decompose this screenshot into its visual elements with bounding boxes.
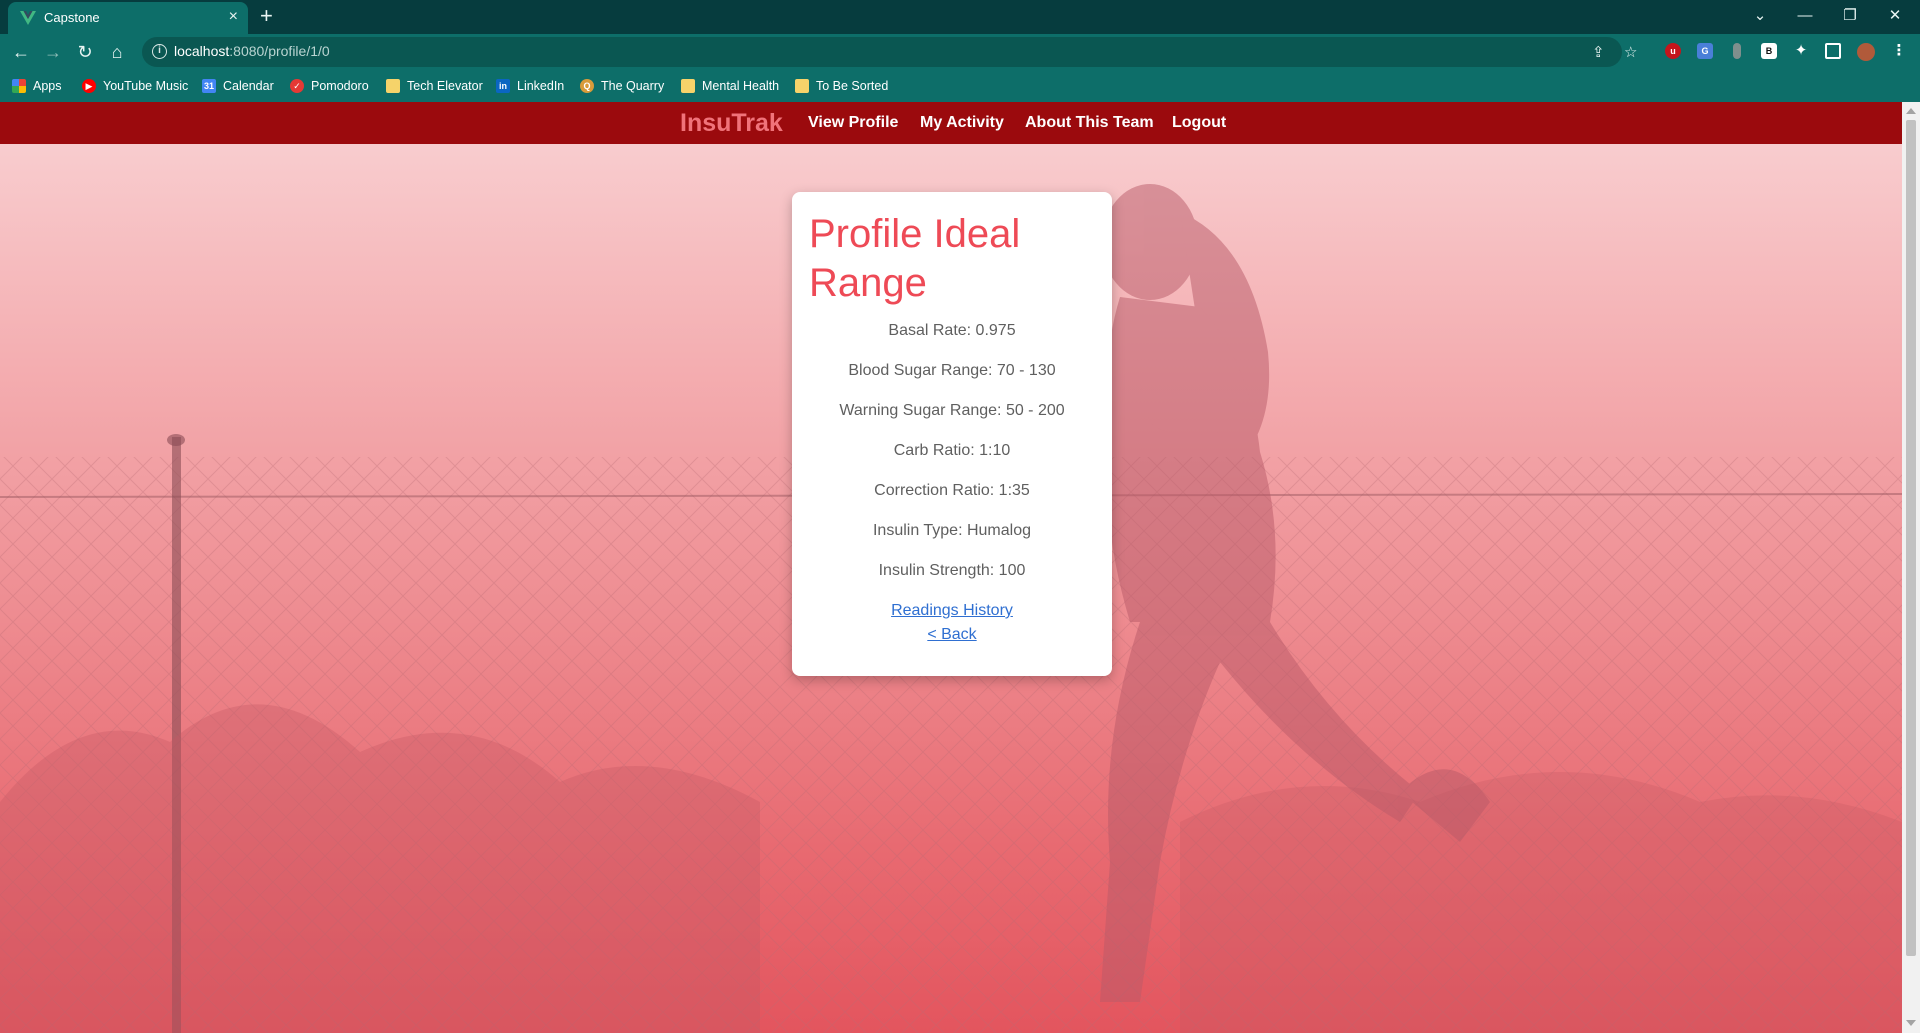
bookmark-calendar[interactable]: 31 Calendar xyxy=(202,78,274,94)
reload-icon[interactable]: ↻ xyxy=(72,39,98,65)
scroll-down-icon[interactable] xyxy=(1906,1020,1916,1026)
calendar-icon: 31 xyxy=(202,79,216,93)
bookmark-label: Pomodoro xyxy=(311,79,369,93)
bookmark-label: YouTube Music xyxy=(103,79,189,93)
tab-title: Capstone xyxy=(44,10,100,25)
bookmark-to-be-sorted[interactable]: To Be Sorted xyxy=(795,78,888,94)
share-icon[interactable]: ⇪ xyxy=(1592,43,1605,61)
translate-icon[interactable]: G xyxy=(1697,43,1713,59)
folder-icon xyxy=(386,79,400,93)
field-basal-rate: Basal Rate: 0.975 xyxy=(888,322,1016,339)
browser-toolbar: ← → ↻ ⌂ i localhost:8080/profile/1/0 ⇪ ☆ xyxy=(0,34,1920,70)
url-text[interactable]: localhost:8080/profile/1/0 xyxy=(174,43,330,59)
app-navbar: InsuTrak View Profile My Activity About … xyxy=(0,102,1902,144)
new-tab-button[interactable]: + xyxy=(260,4,273,28)
readings-history-link[interactable]: Readings History xyxy=(792,602,1112,620)
back-arrow-icon[interactable]: ← xyxy=(8,39,34,65)
bookmark-mental-health[interactable]: Mental Health xyxy=(681,78,779,94)
bookmark-apps[interactable]: Apps xyxy=(12,78,62,94)
menu-kebab-icon[interactable]: ⋮ xyxy=(1891,43,1907,59)
field-insulin-type: Insulin Type: Humalog xyxy=(872,522,1031,539)
minimize-button[interactable]: — xyxy=(1785,4,1825,28)
profile-card: Profile Ideal Range Basal Rate: 0.975 Bl… xyxy=(792,192,1112,676)
bookmark-tech-elevator[interactable]: Tech Elevator xyxy=(386,78,483,94)
folder-icon xyxy=(681,79,695,93)
close-window-button[interactable]: ✕ xyxy=(1875,4,1915,28)
tab-search-icon[interactable]: ⌄ xyxy=(1740,4,1780,28)
bookmark-label: Tech Elevator xyxy=(407,79,483,93)
youtube-music-icon: ▶ xyxy=(82,79,96,93)
puzzle-icon[interactable]: ✦ xyxy=(1793,43,1809,59)
address-bar[interactable]: i localhost:8080/profile/1/0 ⇪ ☆ xyxy=(142,37,1637,67)
sidepanel-icon[interactable] xyxy=(1825,43,1841,59)
apps-grid-icon xyxy=(12,79,26,93)
linkedin-icon: in xyxy=(496,79,510,93)
extension-icon[interactable] xyxy=(1733,43,1741,59)
home-icon[interactable]: ⌂ xyxy=(104,39,130,65)
info-icon[interactable]: i xyxy=(152,44,167,59)
extension-badge-icon[interactable]: B xyxy=(1761,43,1777,59)
url-host: localhost xyxy=(174,43,230,59)
card-title: Profile Ideal Range xyxy=(809,212,1021,305)
field-blood-sugar-range: Blood Sugar Range: 70 - 130 xyxy=(848,362,1056,379)
nav-about-team[interactable]: About This Team xyxy=(1025,114,1154,132)
bookmark-label: Mental Health xyxy=(702,79,780,93)
scroll-up-icon[interactable] xyxy=(1906,108,1916,114)
profile-avatar-icon[interactable] xyxy=(1857,43,1875,61)
scroll-thumb[interactable] xyxy=(1906,120,1916,956)
pomodoro-icon: ✓ xyxy=(290,79,304,93)
bookmark-linkedin[interactable]: in LinkedIn xyxy=(496,78,564,94)
browser-tab-strip: Capstone × + ⌄ — ❐ ✕ xyxy=(0,0,1920,34)
field-correction-ratio: Correction Ratio: 1:35 xyxy=(874,482,1030,499)
folder-icon xyxy=(795,79,809,93)
bookmark-label: Apps xyxy=(33,79,62,93)
bookmark-pomodoro[interactable]: ✓ Pomodoro xyxy=(290,78,369,94)
field-carb-ratio: Carb Ratio: 1:10 xyxy=(893,442,1011,459)
ublock-icon[interactable]: u xyxy=(1665,43,1681,59)
quarry-icon: Q xyxy=(580,79,594,93)
brand-logo[interactable]: InsuTrak xyxy=(680,109,783,138)
nav-view-profile[interactable]: View Profile xyxy=(808,114,898,132)
page-viewport: InsuTrak View Profile My Activity About … xyxy=(0,102,1902,1033)
star-icon[interactable]: ☆ xyxy=(1624,43,1637,61)
field-insulin-strength: Insulin Strength: 100 xyxy=(878,562,1026,579)
nav-logout[interactable]: Logout xyxy=(1172,114,1226,132)
forward-arrow-icon[interactable]: → xyxy=(40,39,66,65)
field-warning-sugar-range: Warning Sugar Range: 50 - 200 xyxy=(839,402,1065,419)
browser-tab[interactable]: Capstone × xyxy=(8,2,248,34)
back-link[interactable]: < Back xyxy=(792,626,1112,644)
vue-logo-icon xyxy=(20,11,36,25)
bookmark-the-quarry[interactable]: Q The Quarry xyxy=(580,78,664,94)
bookmark-label: The Quarry xyxy=(601,79,665,93)
page-scrollbar[interactable] xyxy=(1902,102,1920,1033)
bookmark-label: LinkedIn xyxy=(517,79,565,93)
bookmark-youtube-music[interactable]: ▶ YouTube Music xyxy=(82,78,188,94)
tab-close-icon[interactable]: × xyxy=(229,8,238,26)
nav-my-activity[interactable]: My Activity xyxy=(920,114,1004,132)
bookmarks-bar: Apps ▶ YouTube Music 31 Calendar ✓ Pomod… xyxy=(0,70,1920,102)
url-path: :8080/profile/1/0 xyxy=(229,43,330,59)
bookmark-label: Calendar xyxy=(223,79,274,93)
restore-button[interactable]: ❐ xyxy=(1830,4,1870,28)
bookmark-label: To Be Sorted xyxy=(816,79,889,93)
